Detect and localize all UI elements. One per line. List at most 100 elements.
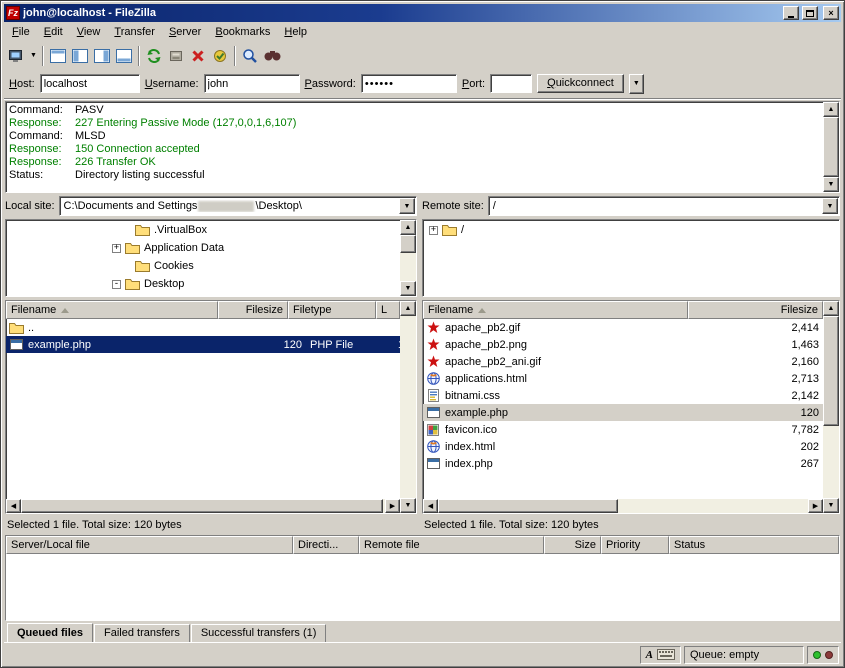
- scroll-left-icon[interactable]: ◀: [423, 499, 438, 513]
- local-list-header: Filename Filesize Filetype L: [6, 301, 400, 319]
- port-input[interactable]: [490, 74, 532, 93]
- remote-hscrollbar[interactable]: ◀ ▶: [423, 499, 823, 513]
- scroll-right-icon[interactable]: ▶: [385, 499, 400, 513]
- column-header-filesize[interactable]: Filesize: [218, 301, 288, 319]
- synchronized-browsing-icon[interactable]: [209, 45, 231, 67]
- local-file-row-selected[interactable]: example.php 120 PHP File 1: [6, 336, 400, 353]
- tree-expander-icon[interactable]: -: [112, 280, 121, 289]
- remote-file-row[interactable]: apache_pb2.png 1,463: [423, 336, 823, 353]
- scroll-down-icon[interactable]: ▼: [823, 177, 839, 192]
- remote-site-combo[interactable]: / ▼: [488, 196, 840, 216]
- toggle-remote-tree-icon[interactable]: [91, 45, 113, 67]
- column-header-direction[interactable]: Directi...: [293, 536, 359, 554]
- scroll-up-icon[interactable]: ▲: [400, 301, 416, 316]
- menu-server[interactable]: Server: [162, 24, 208, 40]
- tab-queued-files[interactable]: Queued files: [7, 623, 93, 642]
- tree-item-root[interactable]: + /: [425, 221, 839, 239]
- tree-expander-icon[interactable]: +: [112, 244, 121, 253]
- chevron-down-icon[interactable]: ▼: [822, 198, 838, 214]
- column-header-remote-file[interactable]: Remote file: [359, 536, 544, 554]
- column-header-size[interactable]: Size: [544, 536, 601, 554]
- column-header-lastmodified[interactable]: L: [376, 301, 400, 319]
- keyboard-icon: [657, 649, 675, 660]
- column-header-filename[interactable]: Filename: [423, 301, 688, 319]
- log-text: PASV: [75, 104, 104, 117]
- queue-tabs: Queued files Failed transfers Successful…: [4, 621, 841, 642]
- tree-item-virtualbox[interactable]: .VirtualBox: [8, 221, 400, 239]
- transfer-queue: Server/Local file Directi... Remote file…: [5, 535, 840, 621]
- scroll-up-icon[interactable]: ▲: [823, 102, 839, 117]
- remote-file-row[interactable]: index.php 267: [423, 455, 823, 472]
- php-file-icon: [427, 407, 440, 418]
- username-label: Username:: [145, 78, 199, 90]
- refresh-icon[interactable]: [143, 45, 165, 67]
- remote-file-row[interactable]: apache_pb2_ani.gif 2,160: [423, 353, 823, 370]
- column-header-priority[interactable]: Priority: [601, 536, 669, 554]
- host-input[interactable]: [40, 74, 140, 93]
- remote-file-row[interactable]: bitnami.css 2,142: [423, 387, 823, 404]
- titlebar[interactable]: Fz john@localhost - FileZilla ×: [4, 4, 841, 22]
- site-manager-dropdown-icon[interactable]: ▼: [28, 45, 39, 67]
- quickconnect-dropdown-icon[interactable]: ▼: [629, 74, 644, 94]
- scroll-down-icon[interactable]: ▼: [400, 498, 416, 513]
- tab-successful-transfers[interactable]: Successful transfers (1): [191, 624, 327, 642]
- find-files-icon[interactable]: [239, 45, 261, 67]
- remote-file-row[interactable]: favicon.ico 7,782: [423, 421, 823, 438]
- menu-view[interactable]: View: [70, 24, 108, 40]
- css-file-icon: [428, 389, 439, 402]
- close-button[interactable]: ×: [823, 6, 839, 20]
- remote-list-header: Filename Filesize: [423, 301, 823, 319]
- directory-comparison-icon[interactable]: [261, 45, 283, 67]
- column-header-server-local-file[interactable]: Server/Local file: [6, 536, 293, 554]
- connection-leds-cell: [807, 646, 839, 664]
- tree-item-cookies[interactable]: Cookies: [8, 257, 400, 275]
- chevron-down-icon[interactable]: ▼: [399, 198, 415, 214]
- scroll-up-icon[interactable]: ▲: [823, 301, 839, 316]
- minimize-button[interactable]: [783, 6, 799, 20]
- tree-item-desktop[interactable]: - Desktop: [8, 275, 400, 293]
- quickconnect-button[interactable]: Quickconnect: [537, 74, 624, 93]
- password-label: Password:: [305, 78, 356, 90]
- username-input[interactable]: [204, 74, 300, 93]
- local-site-path: C:\Documents and Settings\Desktop\: [64, 200, 399, 212]
- tab-failed-transfers[interactable]: Failed transfers: [94, 624, 190, 642]
- tree-expander-icon[interactable]: +: [429, 226, 438, 235]
- menu-transfer[interactable]: Transfer: [107, 24, 162, 40]
- toggle-message-log-icon[interactable]: [47, 45, 69, 67]
- column-header-filesize[interactable]: Filesize: [688, 301, 823, 319]
- tree-item-application-data[interactable]: + Application Data: [8, 239, 400, 257]
- column-header-filetype[interactable]: Filetype: [288, 301, 376, 319]
- column-header-filename[interactable]: Filename: [6, 301, 218, 319]
- cancel-icon[interactable]: [187, 45, 209, 67]
- local-file-row[interactable]: ..: [6, 319, 400, 336]
- process-queue-icon[interactable]: [165, 45, 187, 67]
- scroll-down-icon[interactable]: ▼: [400, 281, 416, 296]
- column-header-status[interactable]: Status: [669, 536, 839, 554]
- local-site-combo[interactable]: C:\Documents and Settings\Desktop\ ▼: [59, 196, 417, 216]
- maximize-button[interactable]: [802, 6, 818, 20]
- scroll-right-icon[interactable]: ▶: [808, 499, 823, 513]
- site-manager-icon[interactable]: [6, 45, 28, 67]
- toggle-transfer-queue-icon[interactable]: [113, 45, 135, 67]
- menu-file[interactable]: File: [5, 24, 37, 40]
- scroll-down-icon[interactable]: ▼: [823, 498, 839, 513]
- menu-edit[interactable]: Edit: [37, 24, 70, 40]
- remote-vscrollbar[interactable]: ▲ ▼: [823, 301, 839, 513]
- menu-help[interactable]: Help: [277, 24, 314, 40]
- remote-file-row[interactable]: applications.html 2,713: [423, 370, 823, 387]
- remote-file-row[interactable]: apache_pb2.gif 2,414: [423, 319, 823, 336]
- remote-site-label: Remote site:: [422, 200, 484, 212]
- local-pane: Local site: C:\Documents and Settings\De…: [5, 195, 417, 532]
- scroll-left-icon[interactable]: ◀: [6, 499, 21, 513]
- local-hscrollbar[interactable]: ◀ ▶: [6, 499, 400, 513]
- menu-bookmarks[interactable]: Bookmarks: [208, 24, 277, 40]
- local-tree-scrollbar[interactable]: ▲ ▼: [400, 220, 416, 296]
- log-scrollbar[interactable]: ▲ ▼: [823, 102, 839, 192]
- toggle-local-tree-icon[interactable]: [69, 45, 91, 67]
- scroll-up-icon[interactable]: ▲: [400, 220, 416, 235]
- remote-file-row[interactable]: index.html 202: [423, 438, 823, 455]
- password-input[interactable]: [361, 74, 457, 93]
- local-vscrollbar[interactable]: ▲ ▼: [400, 301, 416, 513]
- log-label: Response:: [9, 143, 75, 156]
- remote-file-row-selected[interactable]: example.php 120: [423, 404, 823, 421]
